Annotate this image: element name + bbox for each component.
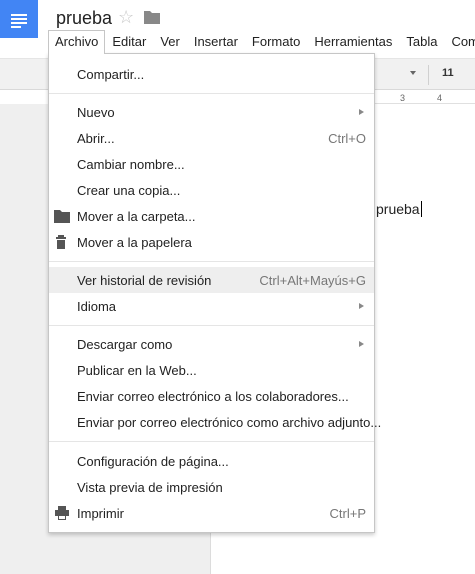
menu-item-label: Ver historial de revisión	[77, 273, 212, 288]
submenu-arrow-icon	[359, 109, 364, 115]
menu-item-label: Mover a la papelera	[77, 235, 192, 250]
menu-item-abrir[interactable]: Abrir... Ctrl+O	[49, 125, 374, 151]
submenu-arrow-icon	[359, 303, 364, 309]
menu-item-shortcut: Ctrl+O	[328, 131, 366, 146]
menu-item-label: Imprimir	[77, 506, 124, 521]
menu-item-cambiar-nombre[interactable]: Cambiar nombre...	[49, 151, 374, 177]
menu-insertar[interactable]: Insertar	[187, 30, 245, 54]
menu-item-vista-previa[interactable]: Vista previa de impresión	[49, 474, 374, 500]
menu-complementos[interactable]: Comple	[444, 30, 475, 54]
menu-item-historial-revision[interactable]: Ver historial de revisión Ctrl+Alt+Mayús…	[49, 267, 374, 293]
printer-icon	[54, 506, 70, 520]
menu-item-label: Crear una copia...	[77, 183, 181, 198]
file-menu: Compartir... Nuevo Abrir... Ctrl+O Cambi…	[48, 53, 381, 533]
menu-item-enviar-adjunto[interactable]: Enviar por correo electrónico como archi…	[49, 409, 381, 435]
menu-item-mover-papelera[interactable]: Mover a la papelera	[49, 229, 374, 255]
submenu-arrow-icon	[359, 341, 364, 347]
star-icon[interactable]: ☆	[118, 7, 134, 27]
text-cursor	[420, 201, 422, 217]
menu-item-shortcut: Ctrl+P	[329, 506, 366, 521]
menu-item-label: Enviar correo electrónico a los colabora…	[77, 389, 349, 404]
menu-item-idioma[interactable]: Idioma	[49, 293, 374, 319]
menu-item-label: Compartir...	[77, 67, 145, 82]
ruler-tick: 3	[400, 93, 406, 103]
trash-icon	[54, 235, 70, 249]
menu-item-mover-carpeta[interactable]: Mover a la carpeta...	[49, 203, 374, 229]
menu-tabla[interactable]: Tabla	[399, 30, 444, 54]
menu-item-label: Vista previa de impresión	[77, 480, 223, 495]
menu-item-shortcut: Ctrl+Alt+Mayús+G	[259, 273, 366, 288]
menu-item-enviar-colaboradores[interactable]: Enviar correo electrónico a los colabora…	[49, 383, 374, 409]
menu-item-configuracion-pagina[interactable]: Configuración de página...	[49, 448, 374, 474]
ruler-tick: 4	[437, 93, 443, 103]
menu-divider	[49, 441, 374, 442]
menu-herramientas[interactable]: Herramientas	[307, 30, 399, 54]
menu-item-label: Mover a la carpeta...	[77, 209, 196, 224]
document-title[interactable]: prueba	[56, 8, 112, 29]
menu-item-crear-copia[interactable]: Crear una copia...	[49, 177, 374, 203]
menu-item-label: Enviar por correo electrónico como archi…	[77, 415, 382, 430]
menu-item-label: Cambiar nombre...	[77, 157, 185, 172]
menu-editar[interactable]: Editar	[105, 30, 153, 54]
menu-divider	[49, 93, 374, 94]
folder-icon	[54, 209, 70, 223]
document-body-text[interactable]: prueba	[376, 201, 422, 217]
menu-item-compartir[interactable]: Compartir...	[49, 61, 374, 87]
menu-archivo[interactable]: Archivo	[48, 30, 106, 54]
toolbar-divider	[428, 65, 429, 85]
menu-bar: Archivo Editar Ver Insertar Formato Herr…	[48, 30, 475, 54]
folder-icon[interactable]	[144, 10, 160, 24]
menu-item-nuevo[interactable]: Nuevo	[49, 99, 374, 125]
menu-item-imprimir[interactable]: Imprimir Ctrl+P	[49, 500, 374, 526]
menu-item-label: Idioma	[77, 299, 117, 314]
menu-item-publicar-web[interactable]: Publicar en la Web...	[49, 357, 374, 383]
docs-home-icon[interactable]	[0, 0, 38, 38]
menu-ver[interactable]: Ver	[153, 30, 187, 54]
menu-item-label: Abrir...	[77, 131, 115, 146]
chevron-down-icon[interactable]	[410, 71, 416, 75]
font-size-field[interactable]: 11	[442, 67, 454, 79]
menu-item-label: Configuración de página...	[77, 454, 229, 469]
menu-divider	[49, 261, 374, 262]
menu-divider	[49, 325, 374, 326]
menu-item-label: Nuevo	[77, 105, 115, 120]
menu-item-label: Publicar en la Web...	[77, 363, 197, 378]
menu-item-descargar-como[interactable]: Descargar como	[49, 331, 374, 357]
document-text: prueba	[376, 201, 420, 217]
menu-item-label: Descargar como	[77, 337, 173, 352]
menu-formato[interactable]: Formato	[245, 30, 307, 54]
